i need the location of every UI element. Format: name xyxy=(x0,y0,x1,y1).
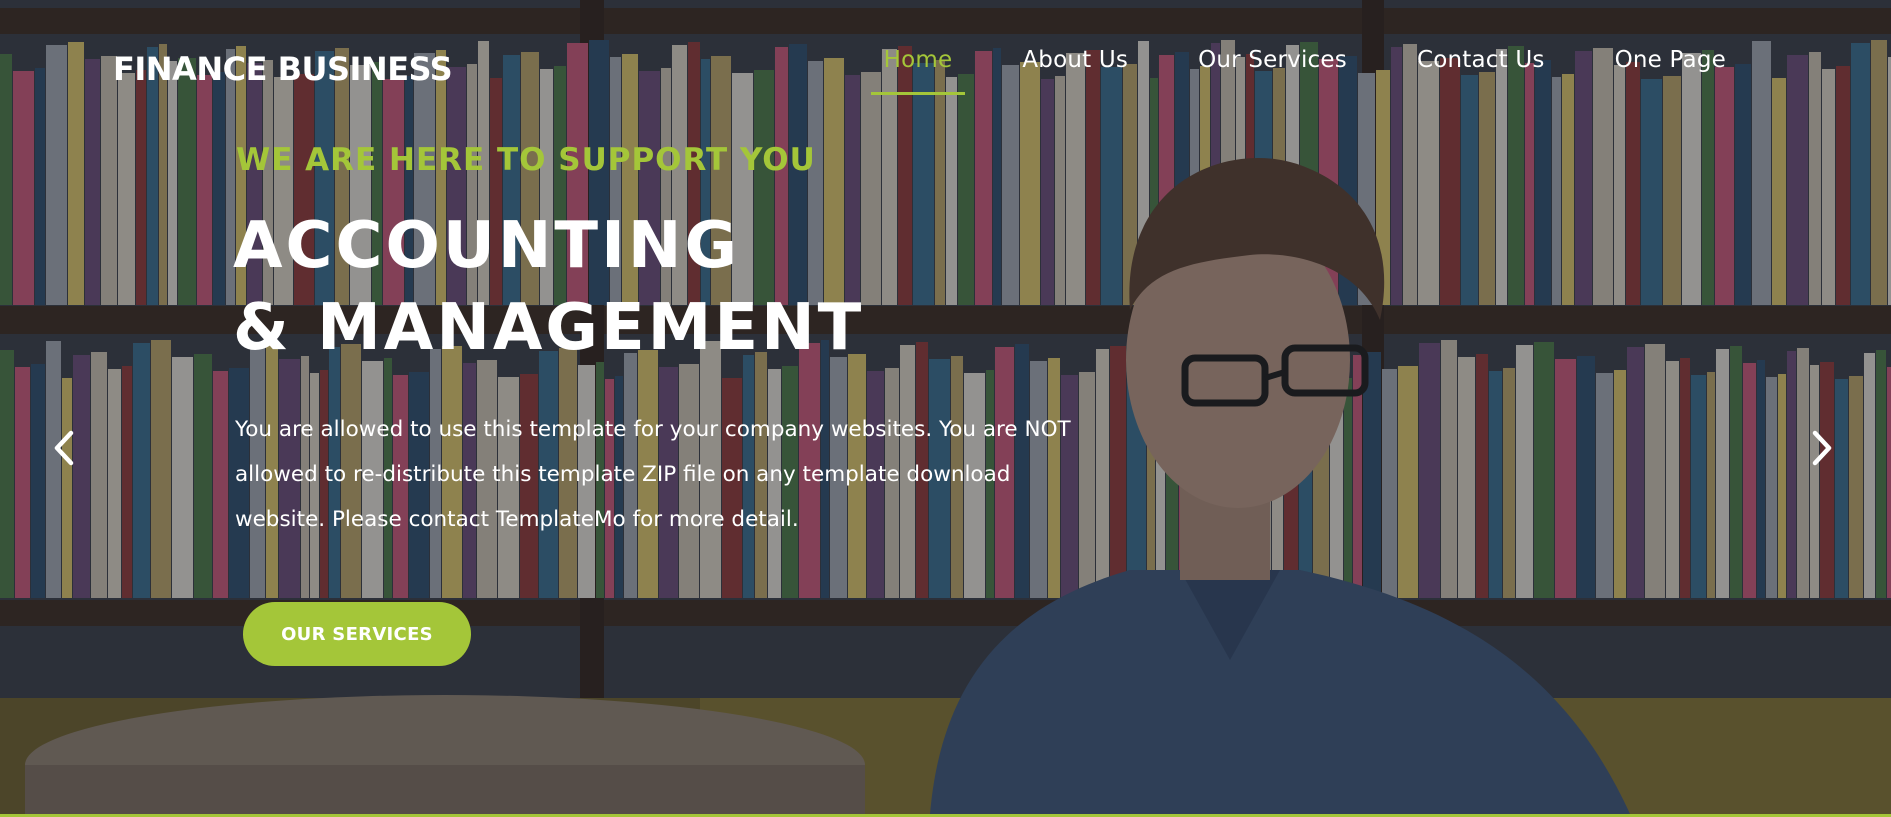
nav-item-our-services[interactable]: Our Services xyxy=(1163,47,1382,95)
hero-headline-line-1: ACCOUNTING xyxy=(233,209,740,283)
nav-link-home[interactable]: Home xyxy=(884,47,953,73)
nav-link-about-us[interactable]: About Us xyxy=(1022,47,1128,73)
nav-link-our-services[interactable]: Our Services xyxy=(1198,47,1347,73)
nav-item-home[interactable]: Home xyxy=(849,47,988,95)
main-nav: Home About Us Our Services Contact Us On… xyxy=(849,47,1761,95)
nav-item-one-page[interactable]: One Page xyxy=(1580,47,1761,95)
nav-link-contact-us[interactable]: Contact Us xyxy=(1417,47,1545,73)
hero-kicker: WE ARE HERE TO SUPPORT YOU xyxy=(236,142,816,178)
hero-headline: ACCOUNTING & MANAGEMENT xyxy=(233,205,864,369)
slider-prev-button[interactable] xyxy=(44,424,84,472)
hero-headline-line-2: & MANAGEMENT xyxy=(233,291,865,365)
hero-description: You are allowed to use this template for… xyxy=(235,417,1071,532)
nav-item-contact-us[interactable]: Contact Us xyxy=(1382,47,1580,95)
hero-banner: FINANCE BUSINESS Home About Us Our Servi… xyxy=(0,0,1891,814)
chevron-left-icon xyxy=(54,430,74,466)
nav-link-one-page[interactable]: One Page xyxy=(1615,47,1726,73)
nav-item-about-us[interactable]: About Us xyxy=(987,47,1163,95)
chevron-right-icon xyxy=(1812,430,1832,466)
site-logo[interactable]: FINANCE BUSINESS xyxy=(113,50,453,88)
our-services-button[interactable]: OUR SERVICES xyxy=(243,602,471,666)
slider-next-button[interactable] xyxy=(1802,424,1842,472)
